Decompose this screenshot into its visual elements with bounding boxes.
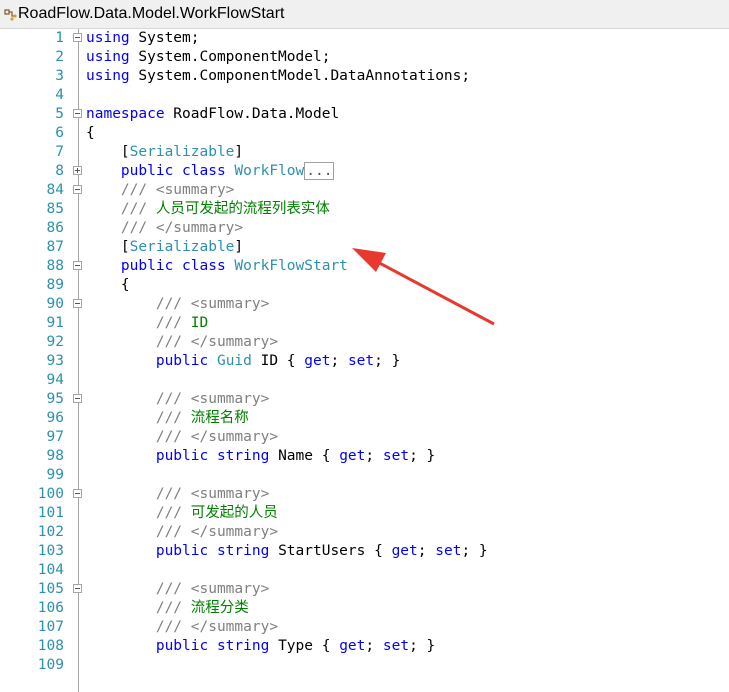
arrow-head — [352, 248, 386, 272]
class-icon — [4, 9, 17, 21]
red-arrow-icon — [352, 248, 495, 326]
document-title[interactable]: RoadFlow.Data.Model.WorkFlowStart — [18, 5, 284, 23]
document-tab-bar: RoadFlow.Data.Model.WorkFlowStart — [0, 0, 729, 29]
code-editor[interactable]: 1 using System; 2 using System.ComponentMod… — [0, 29, 729, 692]
arrow-shaft — [369, 256, 495, 326]
